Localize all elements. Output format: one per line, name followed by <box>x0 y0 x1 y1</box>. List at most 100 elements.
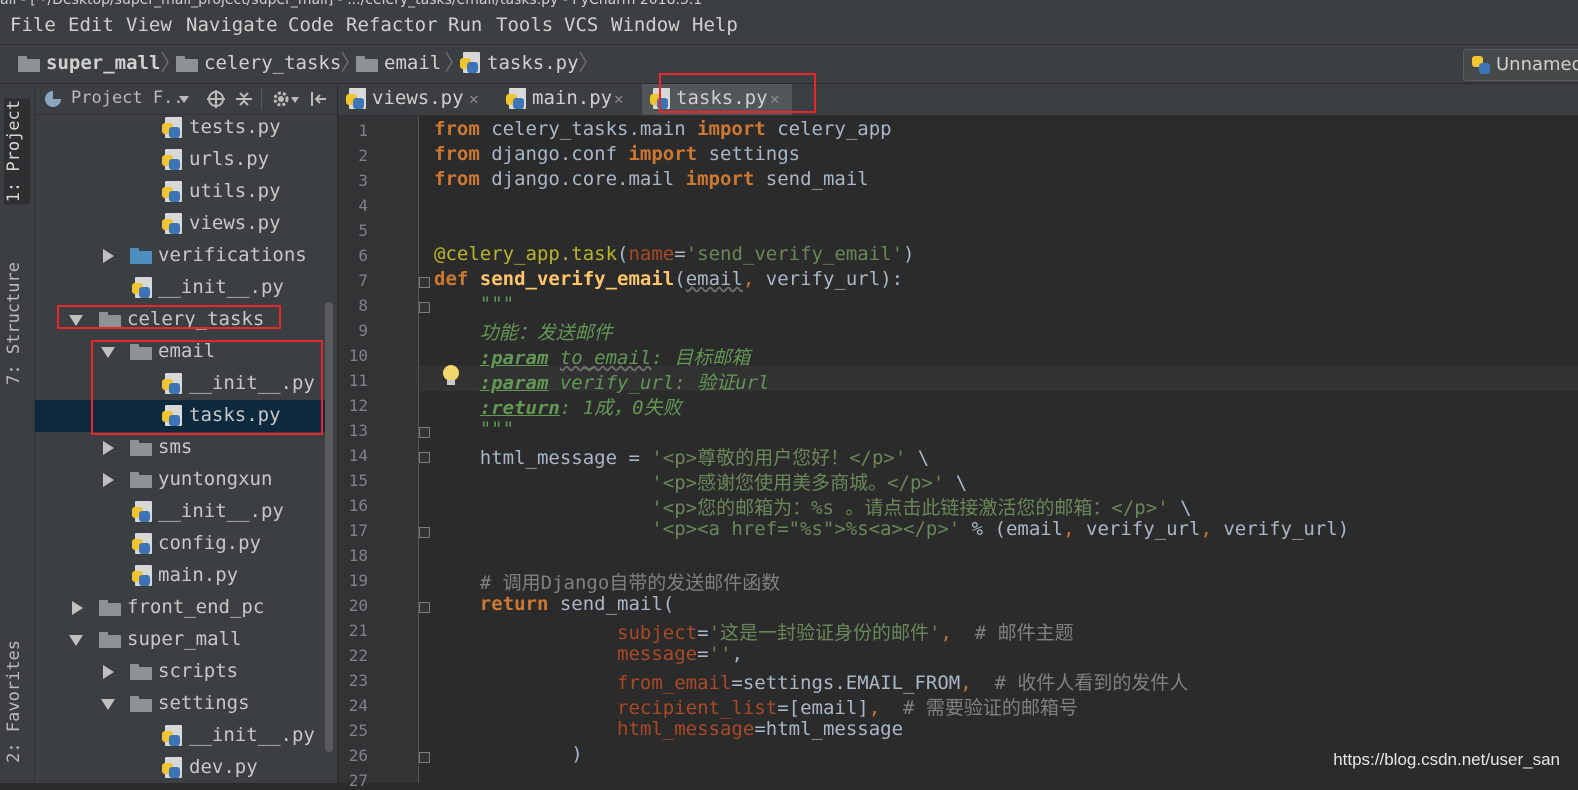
line-number: 26 <box>348 746 368 765</box>
menu-vcs[interactable]: VCS <box>564 14 598 36</box>
fold-marker-icon[interactable] <box>419 302 430 313</box>
code-line[interactable]: """ <box>434 418 514 443</box>
code-line[interactable]: html_message=html_message <box>434 718 903 743</box>
tree-item-celery-init-py[interactable]: __init__.py <box>35 496 325 528</box>
tree-item-init-py[interactable]: __init__.py <box>35 272 325 304</box>
code-line[interactable]: return send_mail( <box>434 593 674 618</box>
code-line[interactable]: '<p>您的邮箱为：%s 。请点击此链接激活您的邮箱：</p>' \ <box>434 493 1191 519</box>
project-panel-scrollbar[interactable] <box>325 302 333 752</box>
highlight-box-email-package <box>91 340 323 435</box>
code-line[interactable]: message='', <box>434 643 743 668</box>
editor-gutter[interactable]: 1 2 3 4 5 6 7 8 9 10 11 12 13 14 15 16 1… <box>338 116 430 790</box>
run-configuration-selector[interactable]: Unnamed <box>1463 49 1578 81</box>
tree-item-scripts[interactable]: scripts <box>35 656 325 688</box>
breadcrumb-celery-tasks[interactable]: celery_tasks <box>204 52 341 74</box>
menu-file[interactable]: File <box>10 14 56 36</box>
tree-item-views-py[interactable]: views.py <box>35 208 325 240</box>
breadcrumb-tasks-py[interactable]: tasks.py <box>487 52 579 74</box>
code-line[interactable]: # 调用Django自带的发送邮件函数 <box>434 568 781 594</box>
code-line[interactable]: :param to_email: 目标邮箱 <box>434 343 751 369</box>
collapse-arrow-icon[interactable] <box>101 699 115 710</box>
code-line[interactable]: '<p><a href="%s">%s<a></p>' % (email, ve… <box>434 518 1349 543</box>
menu-view[interactable]: View <box>126 14 172 36</box>
collapse-all-icon[interactable] <box>234 89 254 109</box>
fold-marker-icon[interactable] <box>419 527 430 538</box>
line-number: 7 <box>358 271 368 290</box>
menu-navigate[interactable]: Navigate <box>186 14 278 36</box>
line-number: 17 <box>348 521 368 540</box>
menu-refactor[interactable]: Refactor <box>346 14 438 36</box>
close-icon[interactable]: ✕ <box>469 89 479 108</box>
menu-window[interactable]: Window <box>611 14 680 36</box>
fold-marker-icon[interactable] <box>419 427 430 438</box>
tree-item-urls-py[interactable]: urls.py <box>35 144 325 176</box>
chevron-down-icon[interactable] <box>179 96 189 104</box>
code-line[interactable]: html_message = '<p>尊敬的用户您好！</p>' \ <box>434 443 929 469</box>
tree-item-tests-py[interactable]: tests.py <box>35 112 325 144</box>
tree-item-yuntongxun[interactable]: yuntongxun <box>35 464 325 496</box>
editor-tab-bar: views.py ✕ main.py ✕ tasks.py ✕ <box>338 84 1578 116</box>
expand-arrow-icon[interactable] <box>103 665 114 679</box>
tree-item-verifications[interactable]: verifications <box>35 240 325 272</box>
tab-views-py[interactable]: views.py ✕ <box>338 84 492 115</box>
menu-code[interactable]: Code <box>288 14 334 36</box>
line-number: 8 <box>358 296 368 315</box>
tree-item-label: utils.py <box>189 180 281 202</box>
tree-item-front-end-pc[interactable]: front_end_pc <box>35 592 325 624</box>
favorites-tool-tab[interactable]: 2: Favorites <box>4 640 24 763</box>
collapse-arrow-icon[interactable] <box>69 635 83 646</box>
tree-item-utils-py[interactable]: utils.py <box>35 176 325 208</box>
fold-marker-icon[interactable] <box>419 602 430 613</box>
code-line[interactable]: from django.core.mail import send_mail <box>434 168 869 193</box>
tab-main-py[interactable]: main.py ✕ <box>498 84 636 115</box>
tree-item-super-mall[interactable]: super_mall <box>35 624 325 656</box>
breadcrumb-super-mall[interactable]: super_mall <box>46 52 160 74</box>
expand-arrow-icon[interactable] <box>103 249 114 263</box>
code-line[interactable]: :param verify_url: 验证url <box>434 368 770 394</box>
tree-item-label: __init__.py <box>158 500 284 522</box>
breadcrumb-email[interactable]: email <box>384 52 441 74</box>
expand-arrow-icon[interactable] <box>103 473 114 487</box>
expand-arrow-icon[interactable] <box>103 441 114 455</box>
tree-item-config-py[interactable]: config.py <box>35 528 325 560</box>
tree-item-label: super_mall <box>127 628 242 650</box>
structure-tool-tab[interactable]: 7: Structure <box>4 262 24 385</box>
tree-item-settings-init-py[interactable]: __init__.py <box>35 720 325 752</box>
tree-item-settings[interactable]: settings <box>35 688 325 720</box>
code-line[interactable]: :return: 1成，0失败 <box>434 393 682 419</box>
close-icon[interactable]: ✕ <box>614 89 624 108</box>
fold-marker-icon[interactable] <box>419 752 430 763</box>
tree-item-label: __init__.py <box>189 724 315 746</box>
locate-target-icon[interactable] <box>206 89 226 109</box>
code-line[interactable]: from django.conf import settings <box>434 143 800 168</box>
code-line[interactable]: from_email=settings.EMAIL_FROM, # 收件人看到的… <box>434 668 1188 694</box>
hide-panel-icon[interactable] <box>309 89 329 109</box>
gear-icon[interactable] <box>271 89 291 109</box>
code-line[interactable]: recipient_list=[email], # 需要验证的邮箱号 <box>434 693 1078 719</box>
python-file-icon <box>162 757 184 779</box>
project-view-selector[interactable]: Project F.. <box>71 88 184 108</box>
code-line[interactable]: """ <box>434 293 514 318</box>
code-line[interactable]: ) <box>434 743 582 768</box>
menu-edit[interactable]: Edit <box>68 14 114 36</box>
code-line[interactable]: @celery_app.task(name='send_verify_email… <box>434 243 915 268</box>
tree-item-main-py[interactable]: main.py <box>35 560 325 592</box>
fold-marker-icon[interactable] <box>419 452 430 463</box>
project-tool-tab[interactable]: 1: Project <box>4 98 30 205</box>
folder-icon <box>130 472 152 488</box>
code-editor[interactable]: from celery_tasks.main import celery_app… <box>434 116 1574 783</box>
expand-arrow-icon[interactable] <box>72 601 83 615</box>
chevron-down-icon[interactable] <box>291 97 299 103</box>
menu-help[interactable]: Help <box>692 14 738 36</box>
code-line[interactable]: from celery_tasks.main import celery_app <box>434 118 892 143</box>
code-line[interactable]: subject='这是一封验证身份的邮件', # 邮件主题 <box>434 618 1074 644</box>
menu-tools[interactable]: Tools <box>496 14 553 36</box>
code-line[interactable]: def send_verify_email(email, verify_url)… <box>434 268 903 293</box>
code-line[interactable]: '<p>感谢您使用美多商城。</p>' \ <box>434 468 967 494</box>
code-line[interactable]: 功能：发送邮件 <box>434 318 613 344</box>
menu-run[interactable]: Run <box>448 14 482 36</box>
tree-item-dev-py[interactable]: dev.py <box>35 752 325 783</box>
fold-marker-icon[interactable] <box>419 277 430 288</box>
tree-item-sms[interactable]: sms <box>35 432 325 464</box>
tree-item-label: verifications <box>158 244 307 266</box>
